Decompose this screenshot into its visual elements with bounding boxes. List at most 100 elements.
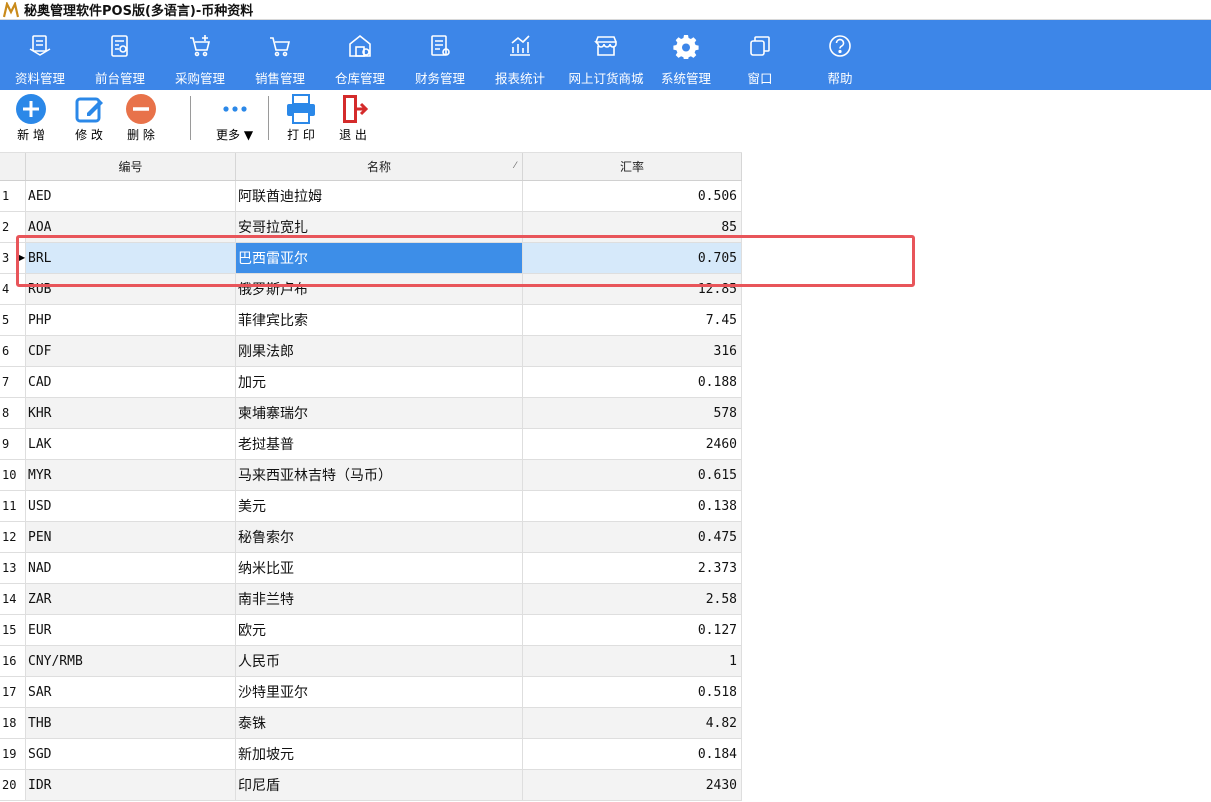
table-row[interactable]: 10 MYR 马来西亚林吉特（马币） 0.615 [0,460,742,491]
table-row[interactable]: 4 RUB 俄罗斯卢布 12.85 [0,274,742,305]
delete-button[interactable]: 删 除 [124,92,158,143]
table-row[interactable]: 20 IDR 印尼盾 2430 [0,770,742,801]
table-row[interactable]: 17 SAR 沙特里亚尔 0.518 [0,677,742,708]
name-cell[interactable]: 秘鲁索尔 [236,522,523,552]
table-row[interactable]: 14 ZAR 南非兰特 2.58 [0,584,742,615]
more-button[interactable]: 更多 ▼ [216,92,253,143]
name-cell[interactable]: 马来西亚林吉特（马币） [236,460,523,490]
row-number[interactable]: 19 [0,739,26,769]
table-row[interactable]: 8 KHR 柬埔寨瑞尔 578 [0,398,742,429]
name-cell[interactable]: 泰铢 [236,708,523,738]
table-row[interactable]: 12 PEN 秘鲁索尔 0.475 [0,522,742,553]
rate-cell[interactable]: 0.705 [523,243,742,273]
table-row[interactable]: 11 USD 美元 0.138 [0,491,742,522]
rate-cell[interactable]: 2460 [523,429,742,459]
table-row[interactable]: 15 EUR 欧元 0.127 [0,615,742,646]
column-header-name[interactable]: 名称 ⁄ [236,153,523,180]
row-number[interactable]: 20 [0,770,26,800]
code-cell[interactable]: KHR [26,398,236,428]
name-cell[interactable]: 俄罗斯卢布 [236,274,523,304]
row-number[interactable]: 1 [0,181,26,211]
rate-cell[interactable]: 0.138 [523,491,742,521]
code-cell[interactable]: CAD [26,367,236,397]
name-cell[interactable]: 南非兰特 [236,584,523,614]
table-row[interactable]: 7 CAD 加元 0.188 [0,367,742,398]
row-number[interactable]: 17 [0,677,26,707]
code-cell[interactable]: CDF [26,336,236,366]
code-cell[interactable]: NAD [26,553,236,583]
rate-cell[interactable]: 0.184 [523,739,742,769]
nav-item-system[interactable]: 系统管理 [652,20,720,90]
rate-cell[interactable]: 7.45 [523,305,742,335]
nav-item-purchasing[interactable]: 采购管理 [160,20,240,90]
row-number[interactable]: 6 [0,336,26,366]
table-row[interactable]: 2 AOA 安哥拉宽扎 85 [0,212,742,243]
name-cell[interactable]: 印尼盾 [236,770,523,800]
table-row[interactable]: 18 THB 泰铢 4.82 [0,708,742,739]
code-cell[interactable]: PHP [26,305,236,335]
name-cell[interactable]: 纳米比亚 [236,553,523,583]
nav-item-online-store[interactable]: 网上订货商城 [560,20,652,90]
column-header-code[interactable]: 编号 [26,153,236,180]
nav-item-window[interactable]: 窗口 [720,20,800,90]
row-number[interactable]: 5 [0,305,26,335]
rate-cell[interactable]: 0.475 [523,522,742,552]
name-cell[interactable]: 加元 [236,367,523,397]
row-number[interactable]: 15 [0,615,26,645]
nav-item-data-management[interactable]: 资料管理 [0,20,80,90]
nav-item-finance[interactable]: 财务管理 [400,20,480,90]
row-number[interactable]: 2 [0,212,26,242]
row-number[interactable]: 18 [0,708,26,738]
code-cell[interactable]: BRL [26,243,236,273]
code-cell[interactable]: SGD [26,739,236,769]
name-cell[interactable]: 菲律宾比索 [236,305,523,335]
rate-cell[interactable]: 316 [523,336,742,366]
name-cell[interactable]: 巴西雷亚尔 [236,243,523,273]
rate-cell[interactable]: 0.615 [523,460,742,490]
rate-cell[interactable]: 2430 [523,770,742,800]
name-cell[interactable]: 阿联酋迪拉姆 [236,181,523,211]
table-row[interactable]: 16 CNY/RMB 人民币 1 [0,646,742,677]
row-number[interactable]: 4 [0,274,26,304]
nav-item-sales[interactable]: 销售管理 [240,20,320,90]
code-cell[interactable]: RUB [26,274,236,304]
row-number[interactable]: 11 [0,491,26,521]
code-cell[interactable]: PEN [26,522,236,552]
table-row[interactable]: 9 LAK 老挝基普 2460 [0,429,742,460]
name-cell[interactable]: 柬埔寨瑞尔 [236,398,523,428]
name-cell[interactable]: 沙特里亚尔 [236,677,523,707]
table-row[interactable]: 1 AED 阿联酋迪拉姆 0.506 [0,181,742,212]
print-button[interactable]: 打 印 [284,92,318,143]
name-cell[interactable]: 新加坡元 [236,739,523,769]
row-header-corner[interactable] [0,153,26,180]
row-number[interactable]: 12 [0,522,26,552]
rate-cell[interactable]: 0.188 [523,367,742,397]
code-cell[interactable]: ZAR [26,584,236,614]
nav-item-help[interactable]: 帮助 [800,20,880,90]
name-cell[interactable]: 人民币 [236,646,523,676]
rate-cell[interactable]: 1 [523,646,742,676]
rate-cell[interactable]: 0.518 [523,677,742,707]
edit-button[interactable]: 修 改 [72,92,106,143]
table-row[interactable]: 13 NAD 纳米比亚 2.373 [0,553,742,584]
name-cell[interactable]: 安哥拉宽扎 [236,212,523,242]
code-cell[interactable]: THB [26,708,236,738]
code-cell[interactable]: AED [26,181,236,211]
code-cell[interactable]: MYR [26,460,236,490]
row-number[interactable]: 14 [0,584,26,614]
row-number[interactable]: 13 [0,553,26,583]
table-row[interactable]: 5 PHP 菲律宾比索 7.45 [0,305,742,336]
name-cell[interactable]: 欧元 [236,615,523,645]
name-cell[interactable]: 刚果法郎 [236,336,523,366]
rate-cell[interactable]: 2.373 [523,553,742,583]
name-cell[interactable]: 美元 [236,491,523,521]
code-cell[interactable]: IDR [26,770,236,800]
name-cell[interactable]: 老挝基普 [236,429,523,459]
code-cell[interactable]: SAR [26,677,236,707]
table-row[interactable]: 6 CDF 刚果法郎 316 [0,336,742,367]
row-number[interactable]: 7 [0,367,26,397]
rate-cell[interactable]: 578 [523,398,742,428]
code-cell[interactable]: CNY/RMB [26,646,236,676]
row-number[interactable]: 16 [0,646,26,676]
nav-item-reports[interactable]: 报表统计 [480,20,560,90]
